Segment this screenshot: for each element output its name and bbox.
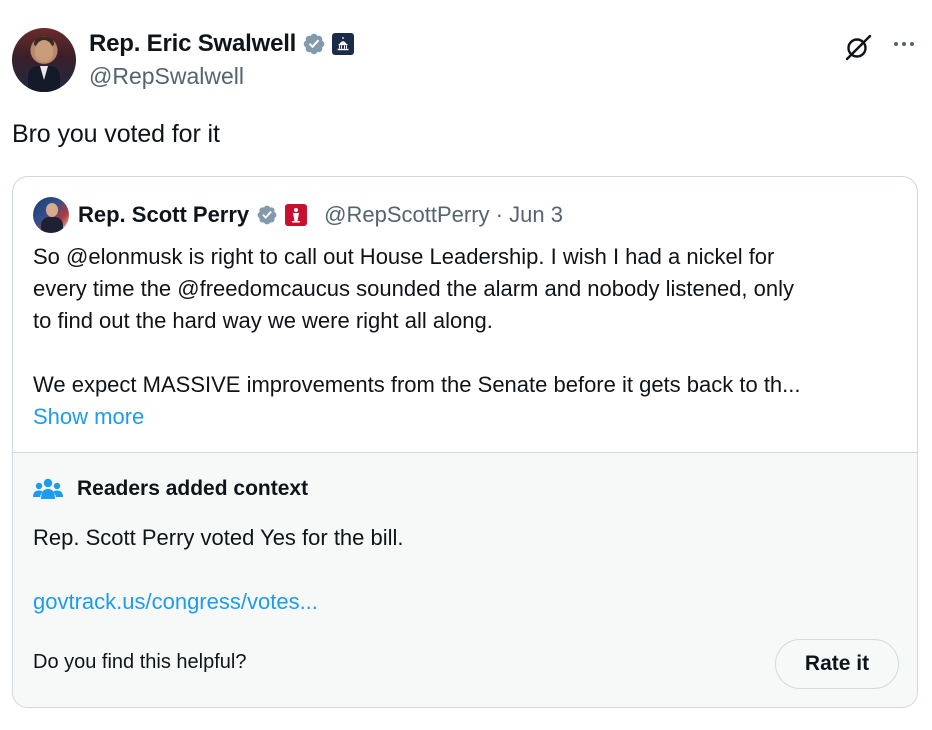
quoted-tweet[interactable]: Rep. Scott Perry @RepScottPerry · Jun 3 …: [12, 176, 918, 708]
author-name-row: Rep. Eric Swalwell: [89, 30, 355, 58]
grok-icon[interactable]: [843, 32, 873, 62]
quoted-handle-date[interactable]: @RepScottPerry · Jun 3: [324, 202, 563, 228]
quoted-tweet-header: Rep. Scott Perry @RepScottPerry · Jun 3: [33, 197, 563, 233]
community-note: Readers added context Rep. Scott Perry v…: [13, 452, 917, 707]
author-display-name[interactable]: Rep. Eric Swalwell: [89, 30, 296, 58]
community-note-text: Rep. Scott Perry voted Yes for the bill.: [33, 525, 404, 550]
verified-badge-icon[interactable]: [302, 32, 326, 56]
capitol-badge-icon[interactable]: [332, 33, 355, 55]
tweet-text: Bro you voted for it: [12, 120, 220, 148]
quoted-author-display-name[interactable]: Rep. Scott Perry: [78, 202, 249, 228]
community-note-header: Readers added context: [33, 473, 308, 505]
more-options-icon[interactable]: [890, 34, 918, 54]
show-more-link[interactable]: Show more: [33, 404, 144, 429]
quoted-text-line: We expect MASSIVE improvements from the …: [33, 372, 801, 397]
author-avatar[interactable]: [12, 28, 76, 92]
party-badge-icon[interactable]: [285, 204, 308, 226]
author-handle[interactable]: @RepSwalwell: [89, 63, 244, 90]
tweet: Rep. Eric Swalwell @RepSwalwell Bro you …: [0, 0, 932, 730]
quoted-author-avatar[interactable]: [33, 197, 69, 233]
people-icon: [33, 478, 63, 499]
quoted-text-line: every time the @freedomcaucus sounded th…: [33, 276, 794, 301]
quoted-tweet-body: So @elonmusk is right to call out House …: [33, 241, 903, 433]
community-note-source-link[interactable]: govtrack.us/congress/votes...: [33, 589, 318, 615]
helpful-question: Do you find this helpful?: [33, 651, 247, 673]
quoted-text-line: to find out the hard way we were right a…: [33, 308, 493, 333]
community-note-title: Readers added context: [77, 477, 309, 500]
quoted-text-line: So @elonmusk is right to call out House …: [33, 244, 775, 269]
verified-badge-icon[interactable]: [256, 204, 278, 226]
rate-it-button[interactable]: Rate it: [775, 639, 899, 689]
